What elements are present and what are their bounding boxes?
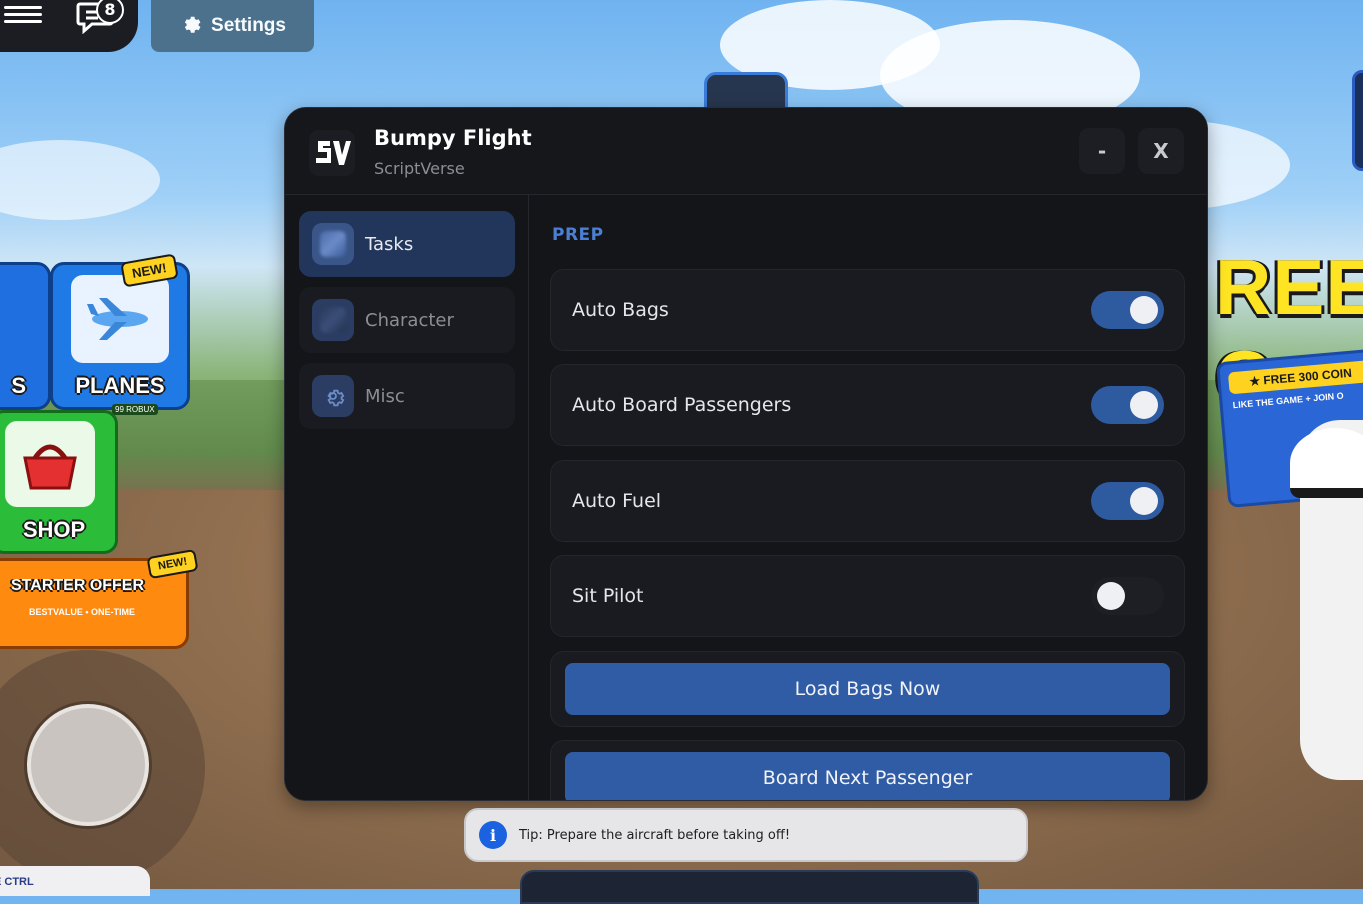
auto-fuel-switch[interactable] — [1091, 482, 1164, 520]
tip-toast: i Tip: Prepare the aircraft before takin… — [464, 808, 1028, 862]
sidebar-item-misc[interactable]: Misc — [299, 363, 515, 429]
shop-label: SHOP — [22, 517, 86, 542]
top-right-frame[interactable] — [1352, 70, 1363, 171]
planes-label: PLANES — [75, 373, 165, 398]
promo-banner: ★ FREE 300 COIN — [1227, 359, 1363, 395]
planes-price: 99 ROBUX — [112, 404, 158, 415]
section-title: PREP — [552, 225, 604, 245]
airplane-icon — [71, 275, 169, 363]
pilot-hat — [1290, 428, 1363, 498]
scriptverse-logo-icon — [309, 130, 355, 176]
close-button[interactable]: X — [1138, 128, 1184, 174]
cloud — [0, 140, 160, 220]
planes-button[interactable]: PLANES — [50, 262, 190, 410]
button-row-board-next: Board Next Passenger — [550, 740, 1185, 800]
partial-tile-button[interactable]: S — [0, 262, 51, 410]
tip-text: Tip: Prepare the aircraft before taking … — [519, 827, 791, 843]
content-area: PREP Auto Bags Auto Board Passengers Aut… — [529, 195, 1207, 800]
promo-sub: LIKE THE GAME + JOIN O — [1232, 390, 1345, 411]
bottom-left-text: E CTRL — [0, 876, 34, 888]
sidebar: Tasks Character Misc — [285, 195, 529, 800]
load-bags-now-button[interactable]: Load Bags Now — [565, 663, 1170, 715]
settings-button[interactable]: Settings — [151, 0, 314, 52]
info-icon: i — [479, 821, 507, 849]
basket-icon — [5, 421, 95, 507]
gear-icon — [312, 375, 354, 417]
bottom-hud-bar[interactable] — [520, 870, 979, 904]
script-panel: Bumpy Flight ScriptVerse - X Tasks Chara… — [284, 107, 1208, 801]
starter-offer-sub: BESTVALUE • ONE-TIME — [29, 607, 135, 617]
toggle-label: Auto Fuel — [572, 490, 662, 512]
toggle-row-auto-bags[interactable]: Auto Bags — [550, 269, 1185, 351]
toggle-row-auto-board-passengers[interactable]: Auto Board Passengers — [550, 364, 1185, 446]
blurred-character-icon — [312, 299, 354, 341]
auto-board-passengers-switch[interactable] — [1091, 386, 1164, 424]
panel-title: Bumpy Flight — [374, 126, 532, 150]
sidebar-item-character[interactable]: Character — [299, 287, 515, 353]
toggle-label: Auto Board Passengers — [572, 394, 792, 416]
toggle-label: Sit Pilot — [572, 585, 644, 607]
sidebar-item-tasks[interactable]: Tasks — [299, 211, 515, 277]
auto-bags-switch[interactable] — [1091, 291, 1164, 329]
shop-button[interactable]: SHOP — [0, 410, 118, 554]
starter-offer-label: STARTER OFFER — [11, 577, 145, 594]
gear-icon — [179, 12, 201, 40]
toggle-row-sit-pilot[interactable]: Sit Pilot — [550, 555, 1185, 637]
button-row-load-bags: Load Bags Now — [550, 651, 1185, 727]
settings-label: Settings — [211, 15, 286, 36]
sit-pilot-switch[interactable] — [1091, 577, 1164, 615]
toggle-row-auto-fuel[interactable]: Auto Fuel — [550, 460, 1185, 542]
blurred-tasks-icon — [312, 223, 354, 265]
sidebar-item-label: Character — [365, 309, 454, 331]
partial-tile-label: S — [11, 373, 26, 398]
bottom-left-hint[interactable]: E CTRL — [0, 866, 150, 896]
joystick-thumb[interactable] — [27, 704, 149, 826]
board-next-passenger-button[interactable]: Board Next Passenger — [565, 752, 1170, 800]
sidebar-item-label: Misc — [365, 385, 405, 407]
panel-header[interactable]: Bumpy Flight ScriptVerse - X — [285, 108, 1207, 195]
hamburger-menu-icon[interactable] — [4, 2, 42, 30]
panel-subtitle: ScriptVerse — [374, 159, 465, 178]
toggle-label: Auto Bags — [572, 299, 669, 321]
sidebar-item-label: Tasks — [365, 233, 414, 255]
minimize-button[interactable]: - — [1079, 128, 1125, 174]
